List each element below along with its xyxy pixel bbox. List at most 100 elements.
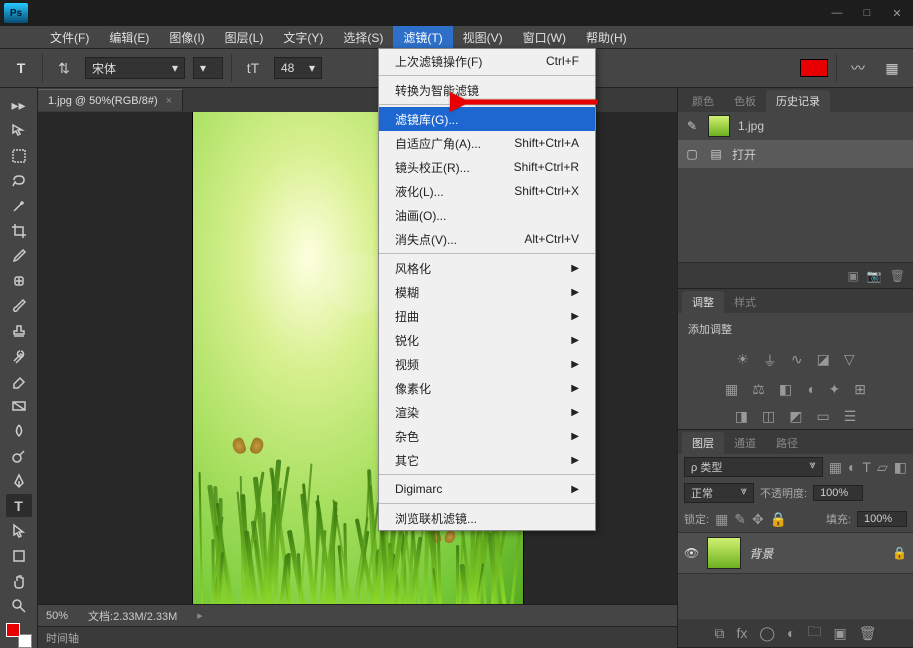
visibility-icon[interactable]: 👁 [684, 546, 699, 560]
menu-view[interactable]: 视图(V) [453, 26, 513, 48]
close-icon[interactable]: × [166, 95, 172, 107]
opacity-field[interactable]: 100% [813, 485, 863, 501]
type-tool[interactable]: T [6, 494, 32, 517]
layer-row-background[interactable]: 👁 背景 🔒 [678, 532, 913, 574]
lock-paint-icon[interactable]: ✎ [734, 511, 746, 528]
minimize-button[interactable]: — [825, 5, 849, 21]
crop-tool[interactable] [6, 219, 32, 242]
tab-paths[interactable]: 路径 [766, 432, 808, 454]
filter-type-icon[interactable]: T [862, 459, 871, 475]
lock-pos-icon[interactable]: ✥ [752, 511, 764, 528]
poster-icon[interactable]: ◫ [762, 408, 775, 425]
menu-item[interactable]: 模糊▶ [379, 280, 595, 304]
warp-text-icon[interactable]: 〰 [845, 56, 871, 80]
history-brush-tool[interactable] [6, 344, 32, 367]
menu-item[interactable]: 像素化▶ [379, 376, 595, 400]
fill-adj-icon[interactable]: ◐ [787, 625, 795, 641]
history-snapshot-row[interactable]: ✎ 1.jpg [678, 112, 913, 140]
vibrance-icon[interactable]: ▽ [844, 351, 855, 371]
menu-item[interactable]: 消失点(V)...Alt+Ctrl+V [379, 227, 595, 251]
move-tool[interactable] [6, 119, 32, 142]
eyedropper-tool[interactable] [6, 244, 32, 267]
history-state-row[interactable]: ▢ ▤ 打开 [678, 140, 913, 168]
tab-layers[interactable]: 图层 [682, 432, 724, 454]
bw-icon[interactable]: ◧ [779, 381, 792, 398]
threshold-icon[interactable]: ◩ [789, 408, 802, 425]
tab-adjust[interactable]: 调整 [682, 291, 724, 313]
heal-tool[interactable] [6, 269, 32, 292]
filter-shape-icon[interactable]: ▱ [877, 459, 888, 476]
exposure-icon[interactable]: ◪ [817, 351, 830, 371]
font-family-select[interactable]: 宋体▾ [85, 57, 185, 79]
tab-color[interactable]: 颜色 [682, 90, 724, 112]
maximize-button[interactable]: □ [855, 5, 879, 21]
mask-icon[interactable]: ◯ [759, 625, 775, 642]
photo-filter-icon[interactable]: ◖ [806, 381, 814, 398]
expand-icon[interactable]: ▸▸ [6, 94, 32, 117]
fill-field[interactable]: 100% [857, 511, 907, 527]
menu-item[interactable]: 镜头校正(R)...Shift+Ctrl+R [379, 155, 595, 179]
shape-tool[interactable] [6, 544, 32, 567]
menu-item[interactable]: 杂色▶ [379, 424, 595, 448]
hue-icon[interactable]: ▦ [725, 381, 738, 398]
color-picker[interactable] [6, 623, 32, 648]
menu-item[interactable]: 自适应广角(A)...Shift+Ctrl+A [379, 131, 595, 155]
menu-help[interactable]: 帮助(H) [576, 26, 637, 48]
tab-swatches[interactable]: 色板 [724, 90, 766, 112]
tab-channels[interactable]: 通道 [724, 432, 766, 454]
lasso-tool[interactable] [6, 169, 32, 192]
menu-item[interactable]: 浏览联机滤镜... [379, 506, 595, 530]
camera-icon[interactable]: 📷 [867, 269, 882, 283]
menu-item[interactable]: 上次滤镜操作(F)Ctrl+F [379, 49, 595, 73]
brush-tool[interactable] [6, 294, 32, 317]
group-icon[interactable]: 🗀 [808, 621, 822, 645]
lookup-icon[interactable]: ⊞ [854, 381, 866, 398]
menu-file[interactable]: 文件(F) [40, 26, 99, 48]
filter-smart-icon[interactable]: ◧ [894, 459, 907, 476]
orientation-toggle[interactable]: ⇅ [51, 56, 77, 80]
tool-indicator-type[interactable]: T [8, 56, 34, 80]
curves-icon[interactable]: ∿ [791, 351, 803, 371]
blend-mode-select[interactable]: 正常⩔ [684, 483, 754, 503]
eraser-tool[interactable] [6, 369, 32, 392]
brightness-icon[interactable]: ☀ [736, 351, 749, 371]
menu-item[interactable]: 锐化▶ [379, 328, 595, 352]
close-button[interactable]: ✕ [885, 5, 909, 21]
dodge-tool[interactable] [6, 444, 32, 467]
hand-tool[interactable] [6, 569, 32, 592]
menu-select[interactable]: 选择(S) [333, 26, 393, 48]
new-layer-icon[interactable]: ▣ [834, 625, 847, 642]
menu-layer[interactable]: 图层(L) [215, 26, 274, 48]
layer-kind-filter[interactable]: ρ 类型⩔ [684, 457, 823, 477]
pen-tool[interactable] [6, 469, 32, 492]
menu-item[interactable]: 油画(O)... [379, 203, 595, 227]
mixer-icon[interactable]: ✦ [829, 381, 841, 398]
menu-item[interactable]: 转换为智能滤镜 [379, 78, 595, 102]
menu-type[interactable]: 文字(Y) [273, 26, 333, 48]
trash-icon[interactable]: 🗑 [890, 269, 905, 283]
menu-item[interactable]: 其它▶ [379, 448, 595, 472]
menu-edit[interactable]: 编辑(E) [99, 26, 159, 48]
menu-item[interactable]: Digimarc▶ [379, 477, 595, 501]
create-doc-icon[interactable]: ▣ [847, 269, 858, 283]
link-icon[interactable]: ⧉ [714, 625, 724, 642]
tab-history[interactable]: 历史记录 [766, 90, 830, 112]
path-select-tool[interactable] [6, 519, 32, 542]
panels-icon[interactable]: ▦ [879, 56, 905, 80]
invert-icon[interactable]: ◨ [735, 408, 748, 425]
timeline-panel-tab[interactable]: 时间轴 [38, 626, 677, 648]
menu-item[interactable]: 视频▶ [379, 352, 595, 376]
text-color-swatch[interactable] [800, 59, 828, 77]
menu-window[interactable]: 窗口(W) [513, 26, 576, 48]
delete-layer-icon[interactable]: 🗑 [859, 625, 877, 642]
tab-styles[interactable]: 样式 [724, 291, 766, 313]
zoom-readout[interactable]: 50% [46, 610, 68, 622]
font-style-select[interactable]: ▾ [193, 57, 223, 79]
lock-trans-icon[interactable]: ▦ [715, 511, 728, 528]
menu-item[interactable]: 风格化▶ [379, 256, 595, 280]
balance-icon[interactable]: ⚖ [752, 381, 765, 398]
menu-item[interactable]: 液化(L)...Shift+Ctrl+X [379, 179, 595, 203]
filter-adjust-icon[interactable]: ◐ [848, 459, 856, 475]
menu-filter[interactable]: 滤镜(T) [393, 26, 452, 48]
wand-tool[interactable] [6, 194, 32, 217]
